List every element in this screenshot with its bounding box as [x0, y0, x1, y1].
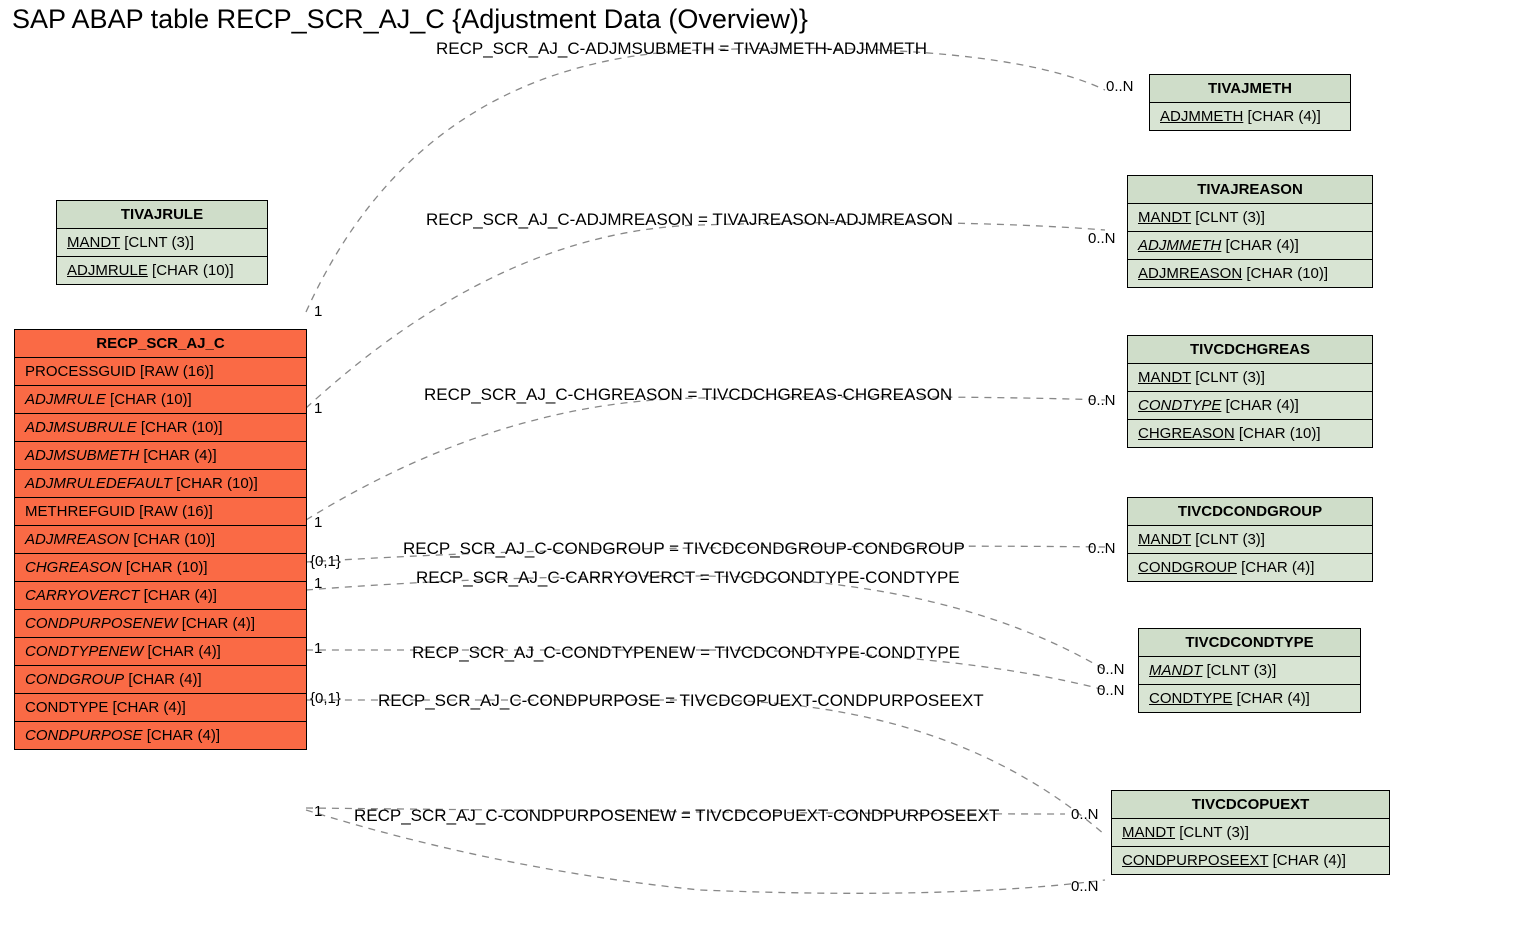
entity-tivcdcondtype: TIVCDCONDTYPE MANDT [CLNT (3)] CONDTYPE … — [1138, 628, 1361, 713]
page-title: SAP ABAP table RECP_SCR_AJ_C {Adjustment… — [12, 4, 808, 35]
entity-row: ADJMSUBRULE [CHAR (10)] — [15, 414, 306, 442]
card-right: 0..N — [1071, 878, 1099, 895]
card-left: 1 — [314, 575, 322, 592]
entity-row: ADJMMETH [CHAR (4)] — [1128, 232, 1372, 260]
entity-row: ADJMMETH [CHAR (4)] — [1150, 103, 1350, 130]
entity-row: CONDPURPOSENEW [CHAR (4)] — [15, 610, 306, 638]
card-left: 1 — [314, 640, 322, 657]
entity-row: CONDGROUP [CHAR (4)] — [1128, 554, 1372, 581]
relation-label: RECP_SCR_AJ_C-CONDPURPOSENEW = TIVCDCOPU… — [354, 806, 999, 826]
entity-row: ADJMSUBMETH [CHAR (4)] — [15, 442, 306, 470]
entity-row: MANDT [CLNT (3)] — [1128, 364, 1372, 392]
relation-label: RECP_SCR_AJ_C-ADJMREASON = TIVAJREASON-A… — [426, 210, 953, 230]
relation-label: RECP_SCR_AJ_C-CONDGROUP = TIVCDCONDGROUP… — [403, 539, 965, 559]
card-left: {0,1} — [310, 690, 341, 707]
entity-header: TIVCDCONDTYPE — [1139, 629, 1360, 657]
card-right: 0..N — [1088, 392, 1116, 409]
entity-row: CONDTYPE [CHAR (4)] — [15, 694, 306, 722]
relation-label: RECP_SCR_AJ_C-CONDTYPENEW = TIVCDCONDTYP… — [412, 643, 960, 663]
entity-header: TIVAJREASON — [1128, 176, 1372, 204]
card-left: 1 — [314, 400, 322, 417]
entity-row: MANDT [CLNT (3)] — [1139, 657, 1360, 685]
card-right: 0..N — [1071, 806, 1099, 823]
card-left: 1 — [314, 803, 322, 820]
entity-row: MANDT [CLNT (3)] — [1112, 819, 1389, 847]
card-left: 1 — [314, 514, 322, 531]
entity-row: CONDPURPOSEEXT [CHAR (4)] — [1112, 847, 1389, 874]
entity-row: CHGREASON [CHAR (10)] — [1128, 420, 1372, 447]
entity-row: ADJMRULEDEFAULT [CHAR (10)] — [15, 470, 306, 498]
card-right: 0..N — [1088, 230, 1116, 247]
relation-label: RECP_SCR_AJ_C-CONDPURPOSE = TIVCDCOPUEXT… — [378, 691, 984, 711]
entity-header: TIVAJRULE — [57, 201, 267, 229]
entity-tivcdcondgroup: TIVCDCONDGROUP MANDT [CLNT (3)] CONDGROU… — [1127, 497, 1373, 582]
entity-row: CONDTYPE [CHAR (4)] — [1128, 392, 1372, 420]
relation-label: RECP_SCR_AJ_C-ADJMSUBMETH = TIVAJMETH-AD… — [436, 39, 927, 59]
card-left: {0,1} — [310, 553, 341, 570]
entity-header: RECP_SCR_AJ_C — [15, 330, 306, 358]
entity-row: CHGREASON [CHAR (10)] — [15, 554, 306, 582]
entity-row: ADJMRULE [CHAR (10)] — [57, 257, 267, 284]
entity-row: ADJMRULE [CHAR (10)] — [15, 386, 306, 414]
entity-row: MANDT [CLNT (3)] — [57, 229, 267, 257]
entity-row: MANDT [CLNT (3)] — [1128, 204, 1372, 232]
entity-tivajmeth: TIVAJMETH ADJMMETH [CHAR (4)] — [1149, 74, 1351, 131]
card-right: 0..N — [1106, 78, 1134, 95]
card-right: 0..N — [1088, 540, 1116, 557]
entity-row: PROCESSGUID [RAW (16)] — [15, 358, 306, 386]
entity-recp-scr-aj-c: RECP_SCR_AJ_C PROCESSGUID [RAW (16)] ADJ… — [14, 329, 307, 750]
entity-tivcdchgreas: TIVCDCHGREAS MANDT [CLNT (3)] CONDTYPE [… — [1127, 335, 1373, 448]
card-right: 0..N — [1097, 682, 1125, 699]
entity-row: CARRYOVERCT [CHAR (4)] — [15, 582, 306, 610]
entity-row: METHREFGUID [RAW (16)] — [15, 498, 306, 526]
entity-tivajreason: TIVAJREASON MANDT [CLNT (3)] ADJMMETH [C… — [1127, 175, 1373, 288]
entity-header: TIVAJMETH — [1150, 75, 1350, 103]
card-left: 1 — [314, 303, 322, 320]
entity-row: ADJMREASON [CHAR (10)] — [15, 526, 306, 554]
entity-header: TIVCDCONDGROUP — [1128, 498, 1372, 526]
card-right: 0..N — [1097, 661, 1125, 678]
relation-label: RECP_SCR_AJ_C-CHGREASON = TIVCDCHGREAS-C… — [424, 385, 952, 405]
entity-tivajrule: TIVAJRULE MANDT [CLNT (3)] ADJMRULE [CHA… — [56, 200, 268, 285]
relation-label: RECP_SCR_AJ_C-CARRYOVERCT = TIVCDCONDTYP… — [416, 568, 960, 588]
entity-row: CONDGROUP [CHAR (4)] — [15, 666, 306, 694]
entity-row: CONDPURPOSE [CHAR (4)] — [15, 722, 306, 749]
entity-row: CONDTYPE [CHAR (4)] — [1139, 685, 1360, 712]
entity-header: TIVCDCHGREAS — [1128, 336, 1372, 364]
entity-row: ADJMREASON [CHAR (10)] — [1128, 260, 1372, 287]
entity-row: MANDT [CLNT (3)] — [1128, 526, 1372, 554]
entity-row: CONDTYPENEW [CHAR (4)] — [15, 638, 306, 666]
entity-tivcdcopuext: TIVCDCOPUEXT MANDT [CLNT (3)] CONDPURPOS… — [1111, 790, 1390, 875]
entity-header: TIVCDCOPUEXT — [1112, 791, 1389, 819]
